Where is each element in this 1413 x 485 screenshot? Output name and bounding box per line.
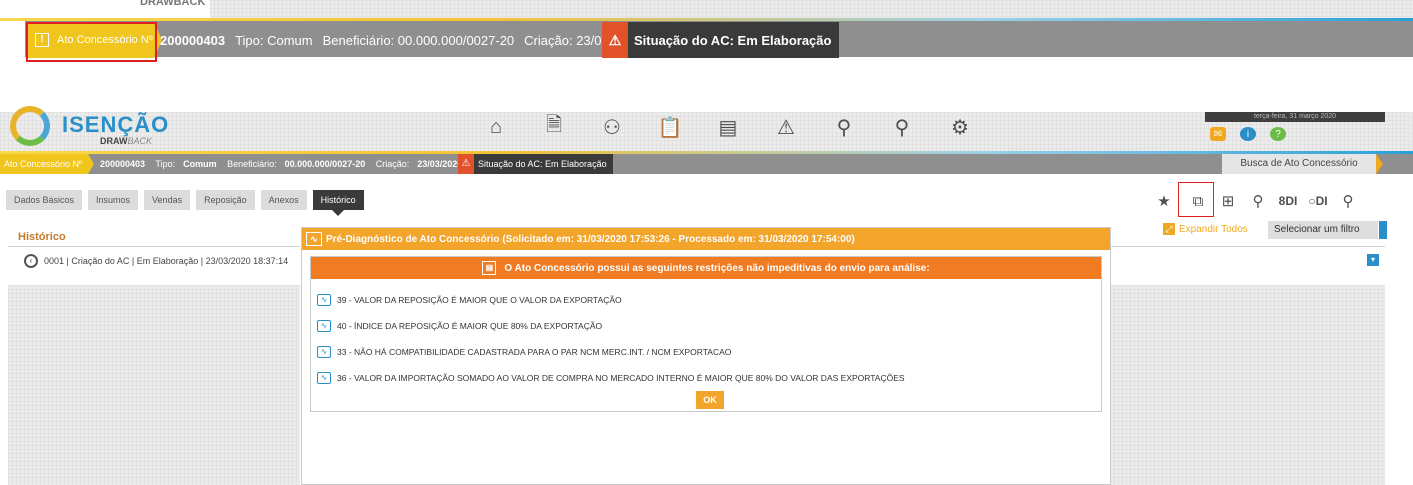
divider <box>1110 246 1385 247</box>
ato-number: 200000403 <box>160 32 226 48</box>
users-icon[interactable]: ⚇ <box>589 113 635 141</box>
document-icon: ▤ <box>482 261 497 275</box>
zoomed-info-strip: DRAWBACK ! Ato Concessório Nº 200000403 … <box>0 0 1413 70</box>
chart-icon: ∿ <box>317 346 331 358</box>
expand-all-button[interactable]: ⤢ Expandir Todos <box>1163 223 1248 235</box>
clipboard-icon[interactable]: 📋 <box>647 113 693 141</box>
historico-item[interactable]: ‹ 0001 | Criação do AC | Em Elaboração |… <box>24 254 288 268</box>
historico-item-text: 0001 | Criação do AC | Em Elaboração | 2… <box>44 256 289 266</box>
tipo-value: Comum <box>183 159 217 169</box>
chevron-down-icon[interactable]: ▾ <box>1367 254 1379 266</box>
tab-dados-basicos[interactable]: Dados Básicos <box>6 190 83 210</box>
document-star-icon[interactable]: 🗎 <box>531 113 577 141</box>
busca-ato-tab[interactable]: Busca de Ato Concessório <box>1222 154 1376 174</box>
chart-icon: ∿ <box>317 372 331 384</box>
search-document-icon[interactable]: ⚲ <box>1246 188 1270 214</box>
criacao-value: 23/03/2020 <box>417 159 463 169</box>
restrictions-header: ▤ O Ato Concessório possui as seguintes … <box>311 257 1101 279</box>
star-icon[interactable]: ★ <box>1152 188 1176 214</box>
tab-vendas[interactable]: Vendas <box>144 190 191 210</box>
ato-beneficiario: Beneficiário: 00.000.000/0027-20 <box>322 32 515 48</box>
home-icon[interactable]: ⌂ <box>473 113 519 141</box>
ato-badge: Ato Concessório Nº <box>0 154 88 174</box>
search-plus-icon[interactable]: ⚲ <box>879 113 925 141</box>
header-band <box>210 0 1413 18</box>
filter-dropdown-edge[interactable] <box>1379 221 1387 239</box>
prediagnostico-modal: ∿ Pré-Diagnóstico de Ato Concessório (So… <box>301 227 1111 485</box>
ato-number: 200000403 <box>100 159 146 169</box>
section-tabs: Dados Básicos Insumos Vendas Reposição A… <box>6 190 370 216</box>
right-panel <box>1110 285 1385 485</box>
alert-document-icon[interactable]: ⚠ <box>763 113 809 141</box>
beneficiario-value: 00.000.000/0027-20 <box>284 159 366 169</box>
expand-all-label: Expandir Todos <box>1179 223 1248 235</box>
di-link-button[interactable]: ○ DI <box>1306 188 1330 214</box>
header-mini-icons: ✉ i ? <box>1210 127 1300 141</box>
ato-info: 200000403 Tipo: Comum Beneficiário: 00.000… <box>100 154 462 174</box>
restriction-item: ∿ 33 - NÃO HÁ COMPATIBILIDADE CADASTRADA… <box>317 345 731 359</box>
modal-title: Pré-Diagnóstico de Ato Concessório (Soli… <box>326 233 855 245</box>
mail-icon[interactable]: ✉ <box>1210 127 1226 141</box>
highlight-box <box>26 22 157 62</box>
ato-info-zoomed: 200000403 Tipo: Comum Beneficiário: 00.0… <box>160 22 651 58</box>
expand-icon: ⤢ <box>1163 223 1175 235</box>
tab-historico[interactable]: Histórico <box>312 190 364 216</box>
search-document-icon[interactable]: ⚲ <box>821 113 867 141</box>
di-button[interactable]: 8 DI <box>1276 188 1300 214</box>
user-settings-icon[interactable]: ⚙ <box>937 113 983 141</box>
situacao-badge-zoomed: ⚠ Situação do AC: Em Elaboração <box>602 22 840 58</box>
info-icon[interactable]: i <box>1240 127 1256 141</box>
date-strip: terça-feira, 31 março 2020 <box>1205 112 1385 122</box>
restrictions-header-text: O Ato Concessório possui as seguintes re… <box>504 262 930 274</box>
highlight-box <box>1178 182 1214 217</box>
restriction-item: ∿ 39 - VALOR DA REPOSIÇÃO É MAIOR QUE O … <box>317 293 622 307</box>
warning-triangle-icon: ⚠ <box>458 154 474 174</box>
filter-select[interactable]: Selecionar um filtro <box>1268 221 1378 239</box>
ato-tipo: Tipo: Comum <box>235 32 313 48</box>
modal-header: ∿ Pré-Diagnóstico de Ato Concessório (So… <box>302 228 1110 250</box>
report-icon[interactable]: ▤ <box>705 113 751 141</box>
restriction-item: ∿ 40 - ÍNDICE DA REPOSIÇÃO É MAIOR QUE 8… <box>317 319 602 333</box>
add-document-icon[interactable]: ⊞ <box>1216 188 1240 214</box>
ok-button[interactable]: OK <box>696 391 724 409</box>
chart-icon: ∿ <box>317 294 331 306</box>
chart-icon: ∿ <box>317 320 331 332</box>
app-logo[interactable]: ISENÇÃO DRAWBACK <box>10 106 180 150</box>
chart-icon: ∿ <box>306 232 322 246</box>
help-icon[interactable]: ? <box>1270 127 1286 141</box>
beneficiario-label: Beneficiário: <box>227 159 277 169</box>
tipo-label: Tipo: <box>155 159 176 169</box>
logo-subtitle: DRAWBACK <box>100 136 153 146</box>
divider <box>8 246 300 247</box>
tab-reposicao[interactable]: Reposição <box>196 190 255 210</box>
restriction-item: ∿ 36 - VALOR DA IMPORTAÇÃO SOMADO AO VAL… <box>317 371 905 385</box>
logo-swoosh-icon <box>10 106 50 146</box>
left-panel <box>8 285 300 485</box>
chevron-left-icon[interactable]: ‹ <box>24 254 38 268</box>
tab-anexos[interactable]: Anexos <box>260 190 307 210</box>
situacao-text: Situação do AC: Em Elaboração <box>478 159 607 169</box>
situacao-text: Situação do AC: Em Elaboração <box>634 32 832 48</box>
situacao-badge: ⚠ Situação do AC: Em Elaboração <box>458 154 613 174</box>
tab-insumos[interactable]: Insumos <box>88 190 139 210</box>
restrictions-panel: ▤ O Ato Concessório possui as seguintes … <box>310 256 1102 412</box>
search-list-icon[interactable]: ⚲ <box>1336 188 1360 214</box>
historico-title: Histórico <box>18 231 66 243</box>
badge-arrow <box>88 154 94 174</box>
logo-title: ISENÇÃO <box>62 112 170 137</box>
main-toolbar: ⌂ 🗎 ⚇ 📋 ▤ ⚠ ⚲ ⚲ ⚙ <box>473 113 995 141</box>
criacao-label: Criação: <box>375 159 410 169</box>
busca-arrow <box>1376 154 1383 174</box>
warning-triangle-icon: ⚠ <box>602 22 628 58</box>
